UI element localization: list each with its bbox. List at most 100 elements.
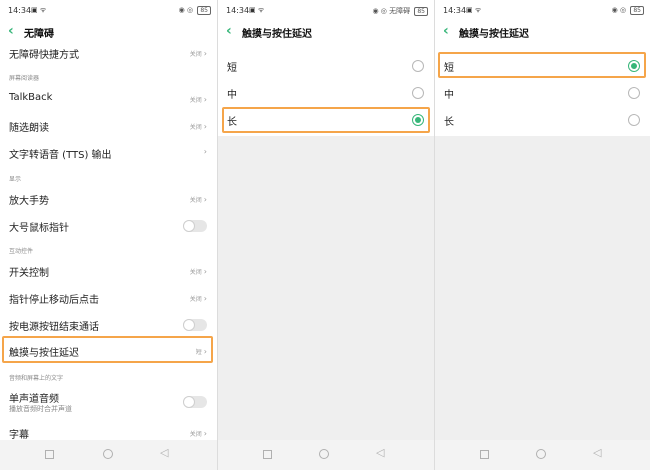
empty-area xyxy=(218,136,434,440)
option-label: 长 xyxy=(444,117,454,128)
captions-label: 字幕 xyxy=(9,430,29,441)
radio-button[interactable] xyxy=(412,60,424,72)
magnify-label: 放大手势 xyxy=(9,196,49,207)
list-item-power-end-call: 按电源按钮结束通话 xyxy=(0,314,217,336)
status-right: ◉ ◎ 无障碍 85 xyxy=(372,6,428,16)
nav-bar: ◁ xyxy=(435,440,650,470)
chevron-right-icon: › xyxy=(203,267,207,276)
status-time: 14:34 xyxy=(8,6,32,15)
highlight-box xyxy=(222,107,430,133)
page-title: 触摸与按住延迟 xyxy=(242,29,312,40)
back-triangle-icon[interactable]: ◁ xyxy=(376,446,384,459)
status-bar: 14:34 ▣ ᯤ ◉ ◎ 无障碍 85 xyxy=(218,0,434,20)
radio-button[interactable] xyxy=(628,114,640,126)
status-bar: 14:34 ▣ ᯤ ◉ ◎ 85 xyxy=(435,0,650,20)
recents-square-icon[interactable] xyxy=(480,450,489,459)
chevron-right-icon: › xyxy=(203,49,207,58)
status-time: 14:34 xyxy=(226,6,250,15)
app-header: ‹ 触摸与按住延迟 xyxy=(435,20,650,44)
page-title: 触摸与按住延迟 xyxy=(459,29,529,40)
option-long[interactable]: 长 xyxy=(435,109,650,131)
option-short[interactable]: 短 xyxy=(218,55,434,77)
back-arrow-icon[interactable]: ‹ xyxy=(8,23,14,39)
power-end-call-label: 按电源按钮结束通话 xyxy=(9,322,99,333)
home-circle-icon[interactable] xyxy=(103,449,113,459)
nav-bar: ◁ xyxy=(218,440,434,470)
page-title: 无障碍 xyxy=(24,29,54,40)
list-item-select-to-speak[interactable]: 随选朗读 关闭 › xyxy=(0,115,217,137)
highlight-box xyxy=(438,52,646,78)
list-item-switch-access[interactable]: 开关控制 关闭 › xyxy=(0,260,217,282)
system-icons: ◉ ◎ xyxy=(372,7,387,15)
battery-icon: 85 xyxy=(414,7,428,16)
system-icons: ◉ ◎ xyxy=(611,6,627,14)
back-triangle-icon[interactable]: ◁ xyxy=(160,446,168,459)
mono-audio-sub: 播放音频时合并声道 xyxy=(9,405,72,413)
section-header-display: 显示 xyxy=(9,176,22,183)
list-item-dwell-click[interactable]: 指针停止移动后点击 关闭 › xyxy=(0,287,217,309)
notification-icons: ▣ ᯤ xyxy=(466,6,482,14)
shortcut-value: 关闭 › xyxy=(189,49,207,58)
list-item-tts[interactable]: 文字转语音 (TTS) 输出 › xyxy=(0,142,217,164)
list-item-magnification[interactable]: 放大手势 关闭 › xyxy=(0,188,217,210)
magnify-value: 关闭 › xyxy=(189,195,207,204)
battery-icon: 85 xyxy=(630,6,644,15)
touch-delay-screen-short: 14:34 ▣ ᯤ ◉ ◎ 85 ‹ 触摸与按住延迟 短 中 长 ◁ xyxy=(434,0,650,470)
system-icons: ◉ ◎ xyxy=(178,6,194,14)
option-label: 中 xyxy=(227,90,237,101)
tts-label: 文字转语音 (TTS) 输出 xyxy=(9,150,112,161)
power-end-call-toggle[interactable] xyxy=(183,319,207,331)
radio-button[interactable] xyxy=(412,87,424,99)
section-header-screen-reader: 屏幕阅读器 xyxy=(9,75,40,82)
recents-square-icon[interactable] xyxy=(45,450,54,459)
recents-square-icon[interactable] xyxy=(263,450,272,459)
battery-icon: 85 xyxy=(197,6,211,15)
dwell-click-value: 关闭 › xyxy=(189,294,207,303)
back-arrow-icon[interactable]: ‹ xyxy=(226,23,232,39)
select-speak-label: 随选朗读 xyxy=(9,123,49,134)
switch-access-label: 开关控制 xyxy=(9,268,49,279)
chevron-right-icon: › xyxy=(203,95,207,104)
status-bar: 14:34 ▣ ᯤ ◉ ◎ 85 xyxy=(0,0,217,20)
status-right: ◉ ◎ 85 xyxy=(612,6,644,15)
option-medium[interactable]: 中 xyxy=(218,82,434,104)
back-triangle-icon[interactable]: ◁ xyxy=(593,446,601,459)
captions-value: 关闭 › xyxy=(189,429,207,438)
notification-icons: ▣ ᯤ xyxy=(31,6,47,14)
status-right: ◉ ◎ 85 xyxy=(179,6,211,15)
home-circle-icon[interactable] xyxy=(319,449,329,459)
dwell-click-label: 指针停止移动后点击 xyxy=(9,295,99,306)
option-label: 中 xyxy=(444,90,454,101)
talkback-label: TalkBack xyxy=(9,92,53,103)
app-header: ‹ 无障碍 xyxy=(0,20,217,44)
option-label: 短 xyxy=(227,63,237,74)
accessibility-status-label: 无障碍 xyxy=(389,7,411,15)
option-medium[interactable]: 中 xyxy=(435,82,650,104)
notification-icons: ▣ ᯤ xyxy=(249,6,265,14)
list-item-shortcut[interactable]: 无障碍快捷方式 关闭 › xyxy=(0,44,217,62)
talkback-value: 关闭 › xyxy=(189,95,207,104)
chevron-right-icon: › xyxy=(203,147,207,156)
empty-area xyxy=(435,136,650,440)
large-pointer-label: 大号鼠标指针 xyxy=(9,223,69,234)
chevron-right-icon: › xyxy=(203,122,207,131)
switch-access-value: 关闭 › xyxy=(189,267,207,276)
back-arrow-icon[interactable]: ‹ xyxy=(443,23,449,39)
select-speak-value: 关闭 › xyxy=(189,122,207,131)
mono-audio-label: 单声道音频 xyxy=(9,394,59,405)
list-item-mono-audio: 单声道音频 播放音频时合并声道 xyxy=(0,387,217,417)
app-header: ‹ 触摸与按住延迟 xyxy=(218,20,434,44)
mono-audio-toggle[interactable] xyxy=(183,396,207,408)
home-circle-icon[interactable] xyxy=(536,449,546,459)
large-pointer-toggle[interactable] xyxy=(183,220,207,232)
list-item-captions[interactable]: 字幕 关闭 › xyxy=(0,422,217,441)
touch-delay-screen-long: 14:34 ▣ ᯤ ◉ ◎ 无障碍 85 ‹ 触摸与按住延迟 短 中 长 ◁ xyxy=(217,0,434,470)
list-item-talkback[interactable]: TalkBack 关闭 › xyxy=(0,88,217,110)
chevron-right-icon: › xyxy=(203,195,207,204)
section-header-interaction: 互动控件 xyxy=(9,248,34,255)
highlight-box xyxy=(2,336,213,363)
section-header-audio: 音频和屏幕上的文字 xyxy=(9,375,64,382)
shortcut-label: 无障碍快捷方式 xyxy=(9,50,79,61)
accessibility-screen: 14:34 ▣ ᯤ ◉ ◎ 85 ‹ 无障碍 无障碍快捷方式 关闭 › 屏幕阅读器… xyxy=(0,0,217,470)
radio-button[interactable] xyxy=(628,87,640,99)
